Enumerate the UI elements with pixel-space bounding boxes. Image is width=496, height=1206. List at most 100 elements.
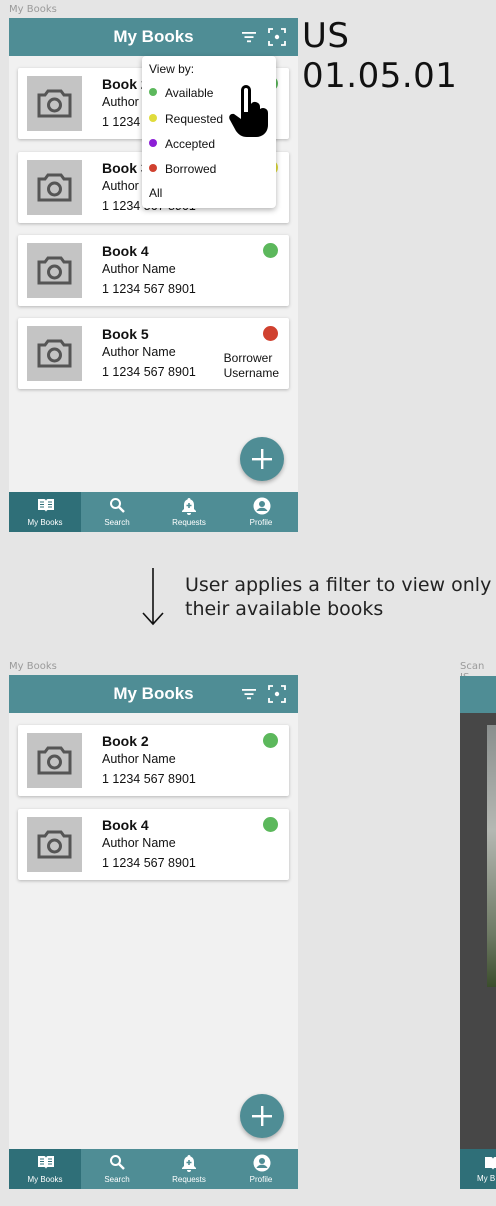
filter-option-borrowed[interactable]: Borrowed xyxy=(149,162,216,176)
app-bar: My Books xyxy=(9,18,298,56)
book-icon xyxy=(485,1157,496,1170)
status-dot xyxy=(263,243,278,258)
book-author: Author xyxy=(102,95,139,109)
book-isbn: 1 1234 567 8901 xyxy=(102,772,196,786)
filter-option-all[interactable]: All xyxy=(149,186,162,200)
book-thumbnail xyxy=(27,326,82,381)
scan-icon[interactable] xyxy=(268,28,286,46)
transition-caption: User applies a filter to view only their… xyxy=(185,573,491,621)
add-book-button[interactable] xyxy=(240,1094,284,1138)
book-title: Book 4 xyxy=(102,817,149,833)
book-isbn: 1 1234 567 8901 xyxy=(102,282,196,296)
scan-icon[interactable] xyxy=(268,685,286,703)
status-dot xyxy=(263,326,278,341)
book-thumbnail xyxy=(27,243,82,298)
user-story-id: US 01.05.01 xyxy=(302,16,458,96)
camera-icon xyxy=(37,173,72,202)
book-card[interactable]: Book 5 Author Name 1 1234 567 8901 Borro… xyxy=(18,318,289,389)
book-author: Author Name xyxy=(102,262,176,276)
nav-label: My B xyxy=(477,1174,496,1183)
nav-label: Requests xyxy=(172,518,206,527)
status-dot xyxy=(149,114,157,122)
nav-item-profile[interactable]: Profile xyxy=(225,492,297,532)
nav-item-requests[interactable]: Requests xyxy=(153,1149,225,1189)
nav-label: My Books xyxy=(27,518,63,527)
nav-label: Profile xyxy=(249,1175,273,1184)
book-isbn: 1 1234 567 8901 xyxy=(102,365,196,379)
nav-label: My Books xyxy=(27,1175,63,1184)
bell-icon xyxy=(182,1155,196,1172)
book-card[interactable]: Book 4 Author Name 1 1234 567 8901 xyxy=(18,809,289,880)
nav-label: Search xyxy=(104,1175,130,1184)
filter-option-label: Borrowed xyxy=(165,162,217,176)
book-author: Author xyxy=(102,179,139,193)
filter-icon[interactable] xyxy=(240,28,258,46)
filter-option-label: Requested xyxy=(165,112,224,126)
nav-item-requests[interactable]: Requests xyxy=(153,492,225,532)
search-icon xyxy=(110,498,125,513)
search-icon xyxy=(110,1155,125,1170)
pointer-hand-icon xyxy=(229,85,268,137)
nav-item-search[interactable]: Search xyxy=(81,492,153,532)
bell-icon xyxy=(182,498,196,515)
add-book-button[interactable] xyxy=(240,437,284,481)
status-dot xyxy=(263,817,278,832)
book-title: Book 4 xyxy=(102,243,149,259)
book-card[interactable]: Book 4 Author Name 1 1234 567 8901 xyxy=(18,235,289,306)
nav-item-profile[interactable]: Profile xyxy=(225,1149,297,1189)
status-dot xyxy=(149,88,157,96)
down-arrow-icon xyxy=(142,568,164,626)
filter-option-label: Accepted xyxy=(165,137,216,151)
book-thumbnail xyxy=(27,160,82,215)
filter-option-available[interactable]: Available xyxy=(149,86,213,100)
book-title: Book 5 xyxy=(102,326,149,342)
borrower-name: Username xyxy=(223,366,279,380)
my-books-screen-filter-open: My Books Book 2 Author 1 1234 Book 3 Aut… xyxy=(9,18,298,532)
camera-preview xyxy=(487,725,496,987)
caption-line: their available books xyxy=(185,598,384,620)
status-dot xyxy=(263,733,278,748)
frame-label-bottom: My Books xyxy=(9,661,57,672)
scan-isbn-screen-partial: My B xyxy=(460,676,496,1189)
nav-label: Requests xyxy=(172,1175,206,1184)
nav-label: Profile xyxy=(249,518,273,527)
nav-label: Search xyxy=(104,518,130,527)
profile-icon xyxy=(253,1154,271,1172)
borrower-label: Borrower xyxy=(223,351,273,365)
plus-icon xyxy=(252,449,272,469)
status-dot xyxy=(149,164,157,172)
bottom-nav: My Books Search Requests Profile xyxy=(9,1149,298,1189)
book-thumbnail xyxy=(27,733,82,788)
camera-icon xyxy=(37,89,72,118)
plus-icon xyxy=(252,1106,272,1126)
book-isbn: 1 1234 567 8901 xyxy=(102,856,196,870)
book-thumbnail xyxy=(27,76,82,131)
filter-option-accepted[interactable]: Accepted xyxy=(149,137,215,151)
nav-item-my-books[interactable]: My Books xyxy=(9,492,81,532)
book-title: Book 2 xyxy=(102,733,149,749)
camera-icon xyxy=(37,256,72,285)
nav-item-search[interactable]: Search xyxy=(81,1149,153,1189)
bottom-nav xyxy=(460,1149,496,1189)
caption-line: User applies a filter to view only xyxy=(185,574,492,596)
bottom-nav: My Books Search Requests Profile xyxy=(9,492,298,532)
book-icon xyxy=(38,499,54,512)
book-author: Author Name xyxy=(102,836,176,850)
profile-icon xyxy=(253,497,271,515)
book-icon xyxy=(38,1156,54,1169)
filter-menu-heading: View by: xyxy=(149,62,195,76)
nav-item-my-books[interactable]: My Books xyxy=(9,1149,81,1189)
app-bar: My Books xyxy=(9,675,298,713)
filter-icon[interactable] xyxy=(240,685,258,703)
camera-icon xyxy=(37,339,72,368)
book-author: Author Name xyxy=(102,752,176,766)
frame-label-top: My Books xyxy=(9,4,57,15)
book-isbn: 1 1234 xyxy=(102,115,141,129)
camera-icon xyxy=(37,830,72,859)
book-card[interactable]: Book 2 Author Name 1 1234 567 8901 xyxy=(18,725,289,796)
filter-option-requested[interactable]: Requested xyxy=(149,112,223,126)
camera-icon xyxy=(37,746,72,775)
my-books-screen-filtered: My Books Book 2 Author Name 1 1234 567 8… xyxy=(9,675,298,1189)
status-dot xyxy=(149,139,157,147)
filter-option-label: All xyxy=(149,186,163,200)
